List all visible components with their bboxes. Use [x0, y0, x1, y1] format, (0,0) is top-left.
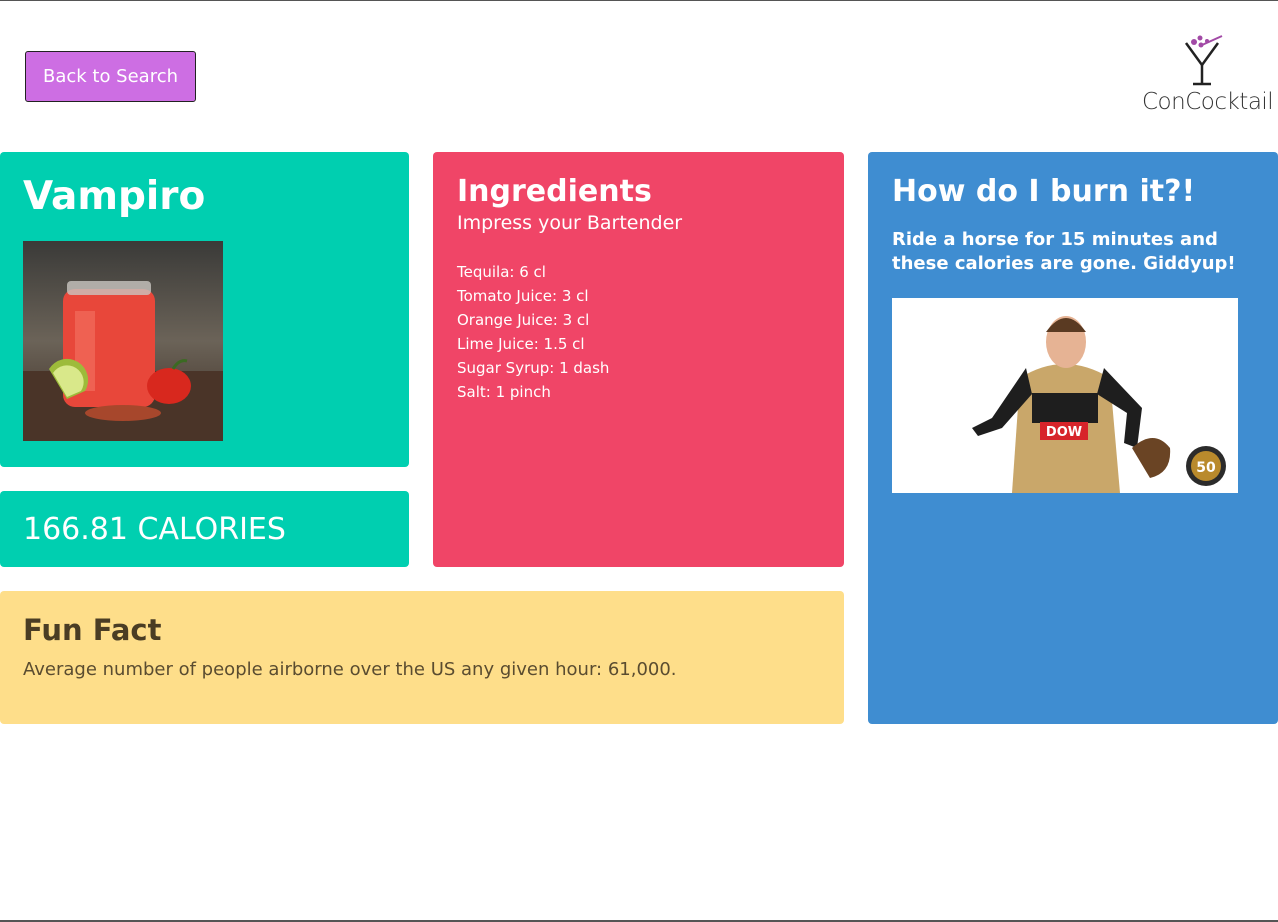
burn-gif: DOW 50 — [892, 298, 1238, 493]
cocktail-glass-icon — [1184, 35, 1223, 86]
ingredient-item: Tequila: 6 cl — [457, 263, 546, 281]
ingredient-item: Orange Juice: 3 cl — [457, 311, 590, 329]
calories-value: 166.81 CALORIES — [23, 511, 286, 547]
burn-title: How do I burn it?! — [892, 174, 1196, 209]
ingredient-item: Tomato Juice: 3 cl — [457, 287, 589, 305]
svg-text:DOW: DOW — [1046, 425, 1082, 440]
calories-card: 166.81 CALORIES — [0, 491, 409, 567]
burn-card: How do I burn it?! Ride a horse for 15 m… — [868, 152, 1278, 724]
badge-number: 50 — [1196, 460, 1216, 476]
drink-card: Vampiro — [0, 152, 409, 467]
ingredient-item: Sugar Syrup: 1 dash — [457, 359, 610, 377]
fun-fact-card: Fun Fact Average number of people airbor… — [0, 591, 844, 724]
drink-photo — [23, 241, 223, 441]
fun-fact-title: Fun Fact — [23, 613, 162, 647]
fun-fact-text: Average number of people airborne over t… — [23, 659, 677, 680]
ingredients-subtitle: Impress your Bartender — [457, 212, 683, 234]
ingredient-item: Lime Juice: 1.5 cl — [457, 335, 585, 353]
drink-name: Vampiro — [23, 174, 206, 219]
ingredients-card: Ingredients Impress your Bartender Tequi… — [433, 152, 844, 567]
burn-description: Ride a horse for 15 minutes and these ca… — [892, 229, 1236, 274]
ingredients-list: Tequila: 6 cl Tomato Juice: 3 cl Orange … — [457, 260, 820, 404]
logo-text: ConCocktail — [1142, 89, 1274, 115]
concocktail-logo: ConCocktail — [1138, 31, 1274, 121]
ingredients-title: Ingredients — [457, 174, 652, 209]
ingredient-item: Salt: 1 pinch — [457, 383, 551, 401]
back-to-search-button[interactable]: Back to Search — [25, 51, 196, 102]
